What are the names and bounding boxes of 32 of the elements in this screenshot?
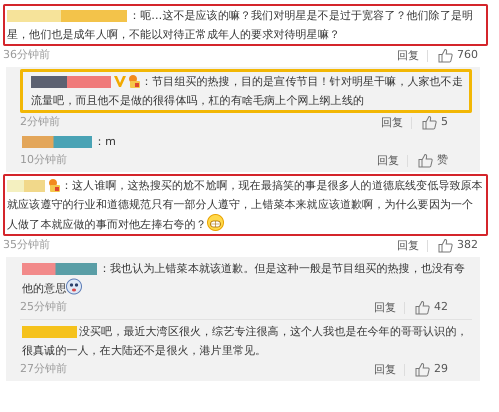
comment-text: ：这人谁啊，这热搜买的尬不尬啊，现在最搞笑的事是很多人的道德底线变低导致原本就应该遵守的行业和道德规范只有一部分人遵守，上错菜本来就应该道歉啊，为什么要因为一个人做了本就应做的事而对他左捧右夸的？ <box>7 179 483 231</box>
comment-text: ：m <box>94 135 116 148</box>
reply-link[interactable]: 回复 <box>389 50 428 62</box>
thumbs-up-icon[interactable] <box>438 238 453 253</box>
like-count: 42 <box>434 299 448 316</box>
like-count: 382 <box>457 237 478 254</box>
thumbs-up-icon[interactable] <box>422 115 437 130</box>
comment-text: 没买吧，最近大湾区很火，综艺专注很高，这个人我也是在今年的哥哥认识的，很真诚的一人，在大陆还不是很火，港片里常见。 <box>22 325 468 357</box>
comment-text: ：我也认为上错菜本就该道歉。但是这种一般是节目组买的热搜，也没有夸他的意思 <box>22 262 466 295</box>
reply-link[interactable]: 回复 <box>366 302 405 314</box>
timestamp: 27分钟前 <box>20 361 68 378</box>
thumbs-up-icon[interactable] <box>418 153 433 168</box>
thumbs-up-icon[interactable] <box>415 362 430 377</box>
timestamp: 10分钟前 <box>20 152 68 168</box>
reply-link[interactable]: 回复 <box>369 154 408 166</box>
thumbs-up-icon[interactable] <box>438 48 453 63</box>
timestamp: 35分钟前 <box>3 237 51 254</box>
reply-link[interactable]: 回复 <box>389 240 428 252</box>
grin-emoji-icon <box>206 214 224 231</box>
timestamp: 2分钟前 <box>20 114 61 130</box>
like-count: 760 <box>457 47 478 64</box>
like-count: 赞 <box>437 152 448 168</box>
timestamp: 25分钟前 <box>20 299 68 316</box>
cartoon-face-icon <box>66 278 82 295</box>
timestamp: 36分钟前 <box>3 47 51 64</box>
comment-text: ：呃…这不是应该的嘛？我们对明星是不是过于宽容了？他们除了是明星，他们也是成年人啊，不能以对待正常成年人的要求对待明星嘛？ <box>7 9 474 41</box>
comment-text: ：节目组买的热搜，目的是宣传节目！针对明星干嘛，人家也不走流量吧，而且他不是做的很得体吗，杠的有啥毛病上个网上纲上线的 <box>31 75 463 107</box>
reply-link[interactable]: 回复 <box>373 116 412 128</box>
thumbs-up-icon[interactable] <box>415 300 430 315</box>
reply-link[interactable]: 回复 <box>366 364 405 376</box>
like-count: 5 <box>441 114 448 130</box>
like-count: 29 <box>434 361 448 378</box>
